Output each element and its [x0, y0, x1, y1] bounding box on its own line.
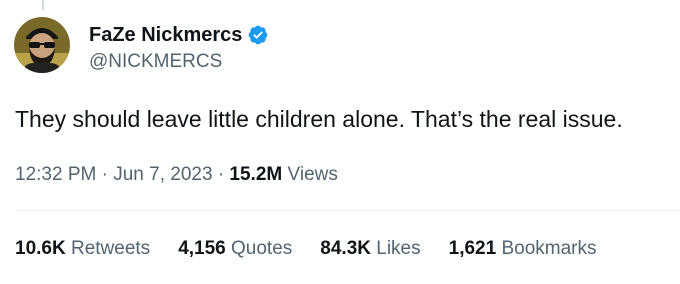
stat-count: 4,156: [178, 238, 226, 259]
bearded-man-sunglasses-avatar-icon: [14, 17, 70, 73]
stat-label: Bookmarks: [501, 238, 597, 259]
stat-count: 1,621: [448, 238, 497, 259]
stat-likes[interactable]: 84.3K Likes: [320, 237, 420, 261]
tweet-date[interactable]: Jun 7, 2023: [113, 164, 212, 185]
author-handle[interactable]: @NICKMERCS: [89, 51, 222, 73]
stat-label: Quotes: [231, 238, 293, 259]
stat-quotes[interactable]: 4,156 Quotes: [178, 237, 292, 261]
meta-separator: ·: [217, 164, 225, 185]
tweet-meta: 12:32 PM · Jun 7, 2023 · 15.2M Views: [15, 163, 338, 187]
tweet-time[interactable]: 12:32 PM: [15, 164, 96, 185]
divider: [15, 210, 680, 211]
stat-count: 84.3K: [320, 238, 371, 259]
meta-separator: ·: [101, 164, 108, 185]
author-name-row: FaZe Nickmercs: [89, 22, 269, 48]
stat-label: Retweets: [70, 238, 151, 259]
views-label: Views: [287, 164, 338, 185]
stat-retweets[interactable]: 10.6K Retweets: [15, 237, 150, 261]
avatar[interactable]: [14, 17, 70, 73]
tweet-text: They should leave little children alone.…: [15, 106, 623, 132]
stat-count: 10.6K: [15, 238, 66, 259]
views-count: 15.2M: [229, 164, 283, 185]
thread-connector-line: [42, 0, 44, 10]
author-display-name[interactable]: FaZe Nickmercs: [89, 24, 242, 47]
stat-bookmarks[interactable]: 1,621 Bookmarks: [449, 237, 597, 261]
engagement-stats: 10.6K Retweets 4,156 Quotes 84.3K Likes …: [15, 237, 624, 261]
stat-label: Likes: [376, 238, 421, 259]
verified-badge-icon: [247, 24, 269, 46]
